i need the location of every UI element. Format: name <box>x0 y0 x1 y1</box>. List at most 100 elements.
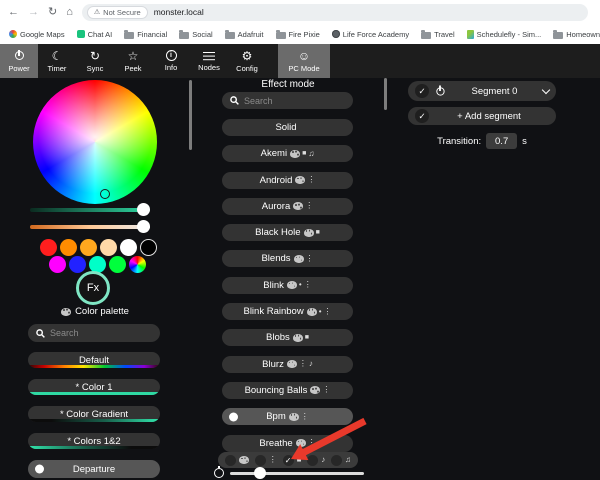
palette-item[interactable]: * Colors 1&2 <box>28 433 160 449</box>
effect-search-input[interactable] <box>244 95 345 106</box>
nav-button[interactable]: Power <box>0 44 38 78</box>
effect-item[interactable]: Breathe ⋮ <box>222 434 353 452</box>
bookmark-item[interactable]: Adafruit <box>224 29 264 39</box>
effect-flags: ⋮ <box>295 176 315 185</box>
effect-filter[interactable]: ✓ ■ <box>282 454 301 466</box>
bookmark-item[interactable]: Social <box>179 29 213 39</box>
bookmark-item[interactable]: Financial <box>124 29 167 39</box>
filter-checkbox[interactable] <box>225 454 236 466</box>
effect-flags: ■ ♫ <box>290 149 314 158</box>
palette-flag-icon <box>290 149 301 158</box>
effect-item[interactable]: Blobs ■ <box>222 329 353 347</box>
palette-item[interactable]: Departure <box>28 460 160 478</box>
forward-icon[interactable]: → <box>28 6 39 18</box>
home-icon[interactable]: ⌂ <box>66 6 73 18</box>
speed-slider[interactable] <box>230 467 364 479</box>
color-swatch[interactable] <box>40 239 57 256</box>
back-icon[interactable]: ← <box>8 6 19 18</box>
color-swatch[interactable] <box>60 239 77 256</box>
effect-item[interactable]: Blends ⋮ <box>222 250 353 268</box>
bookmark-item[interactable]: Chat AI <box>76 30 112 39</box>
effect-item-label: Solid <box>275 122 297 133</box>
effect-filter[interactable] <box>225 454 249 466</box>
color-swatch[interactable] <box>140 239 157 256</box>
palette-search-input[interactable] <box>50 328 152 338</box>
effect-mode-title: Effect mode <box>261 79 315 90</box>
segment-checkbox[interactable] <box>415 84 429 98</box>
color-swatch[interactable] <box>109 256 126 273</box>
effect-item[interactable]: Blurz ⋮ ♪ <box>222 355 353 373</box>
color-swatch[interactable] <box>120 239 137 256</box>
effect-item[interactable]: Aurora ⋮ <box>222 197 353 215</box>
bookmark-item[interactable]: Homeowner <box>553 29 600 39</box>
bookmark-item[interactable]: Fire Pixie <box>275 29 320 39</box>
effect-item[interactable]: Android ⋮ <box>222 171 353 189</box>
slider-knob[interactable] <box>137 203 150 216</box>
filter-icon <box>239 456 249 464</box>
nav-button[interactable]: Sync <box>76 44 114 78</box>
effect-filter[interactable]: ⋮ <box>254 454 277 466</box>
address-bar[interactable]: ⚠ Not Secure monster.local <box>81 3 588 21</box>
chevron-down-icon[interactable] <box>541 85 551 94</box>
nav-button[interactable]: Nodes <box>190 44 228 78</box>
filter-icon: ♪ <box>321 455 326 464</box>
url-text[interactable]: monster.local <box>154 7 204 17</box>
fx-button[interactable]: Fx <box>76 271 110 305</box>
effect-item[interactable]: Black Hole ■ <box>222 224 353 242</box>
effect-filter[interactable]: ♫ <box>330 454 351 466</box>
effect-item[interactable]: Akemi ■ ♫ <box>222 145 353 163</box>
add-segment-button[interactable]: + Add segment <box>408 107 556 125</box>
color-wheel-selector[interactable] <box>100 189 110 199</box>
effect-item[interactable]: Bouncing Balls ⋮ <box>222 381 353 399</box>
filter-checkbox[interactable] <box>330 454 342 466</box>
effect-item[interactable]: Bpm ⋮ <box>222 408 353 426</box>
filter-checkbox[interactable] <box>254 454 266 466</box>
scrollbar-thumb[interactable] <box>189 80 192 150</box>
nav-button[interactable]: Info <box>152 44 190 78</box>
transition-value-input[interactable]: 0.7 <box>486 133 518 149</box>
color-swatch[interactable] <box>100 239 117 256</box>
nav-button[interactable]: PC Mode <box>278 44 330 78</box>
bookmark-item[interactable]: Google Maps <box>9 30 65 39</box>
palette-item[interactable]: * Color Gradient <box>28 406 160 422</box>
segment-power-icon[interactable] <box>434 85 445 96</box>
effect-item[interactable]: Blink • ⋮ <box>222 276 353 294</box>
palette-item[interactable]: * Color 1 <box>28 379 160 395</box>
bookmark-item[interactable]: Schedulefly - Sim... <box>466 29 541 39</box>
effect-item[interactable]: Blink Rainbow • ⋮ <box>222 303 353 321</box>
color-swatch[interactable] <box>129 256 146 273</box>
filter-checkbox[interactable] <box>307 454 319 466</box>
nav-button[interactable]: Peek <box>114 44 152 78</box>
color-wheel[interactable] <box>33 80 157 204</box>
palette-search[interactable] <box>28 324 160 342</box>
filter-checkbox[interactable]: ✓ <box>282 454 294 466</box>
bookmark-item[interactable]: Travel <box>421 29 455 39</box>
effect-flags: • ⋮ <box>306 307 332 316</box>
color-swatch[interactable] <box>49 256 66 273</box>
add-segment-checkbox[interactable] <box>415 109 429 123</box>
security-chip[interactable]: ⚠ Not Secure <box>86 5 148 19</box>
palette-item-label: Departure <box>72 463 116 475</box>
white-slider[interactable] <box>30 220 150 233</box>
slider-knob[interactable] <box>137 220 150 233</box>
nav-icon <box>298 49 310 62</box>
reload-icon[interactable]: ↻ <box>48 6 57 18</box>
bookmark-item[interactable]: Life Force Academy <box>331 30 409 39</box>
nav-button[interactable]: Timer <box>38 44 76 78</box>
effect-search[interactable] <box>222 92 353 109</box>
brightness-slider[interactable] <box>30 203 150 216</box>
palette-item[interactable]: Default <box>28 352 160 368</box>
bookmark-favicon <box>224 29 235 39</box>
effect-item-label: Blobs <box>266 332 290 344</box>
color-swatch[interactable] <box>80 239 97 256</box>
square-flag-icon: ■ <box>315 229 320 237</box>
nav-button[interactable]: Config <box>228 44 266 78</box>
color-swatch[interactable] <box>69 256 86 273</box>
bookmark-label: Social <box>192 29 213 39</box>
nav-label: PC Mode <box>288 64 320 73</box>
scrollbar-thumb[interactable] <box>384 78 387 110</box>
segment-row[interactable]: Segment 0 <box>408 81 556 101</box>
effect-item[interactable]: Solid <box>222 119 353 136</box>
speed-slider-knob[interactable] <box>254 467 266 479</box>
effect-filter[interactable]: ♪ <box>307 454 326 466</box>
